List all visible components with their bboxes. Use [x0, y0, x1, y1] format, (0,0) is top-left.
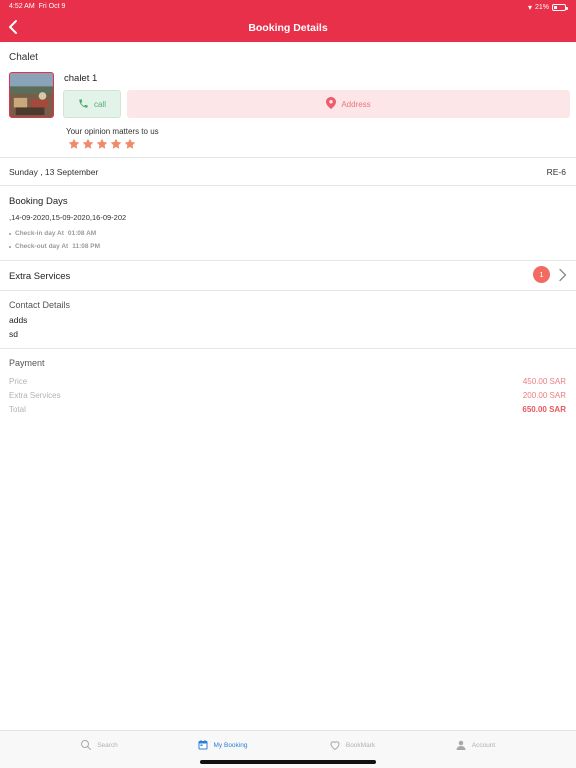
address-button[interactable]: Address [127, 90, 570, 118]
booking-days-section: Booking Days ,14-09-2020,15-09-2020,16-0… [0, 186, 576, 261]
wifi-icon: ▾ [527, 3, 532, 12]
checkout-time: 11:08 PM [72, 243, 101, 250]
contact-line: sd [9, 329, 18, 339]
status-date-text: Fri Oct 9 [38, 3, 66, 10]
booking-days-list: ,14-09-2020,15-09-2020,16-09-202 [9, 213, 127, 222]
home-indicator [200, 760, 376, 764]
booking-date: Sunday , 13 September [9, 167, 99, 177]
chalet-section: Chalet chalet 1 call Address Your opinio… [0, 42, 576, 158]
bullet-icon [9, 232, 11, 235]
nav-header: 4:52 AM Fri Oct 9 ▾ 21% Booking Details [0, 0, 576, 42]
payment-row-total: Total 650.00 SAR [9, 405, 566, 414]
chevron-right-icon[interactable] [558, 268, 567, 282]
chalet-type-label: Chalet [9, 52, 38, 63]
status-time: 4:52 AM Fri Oct 9 [9, 3, 65, 10]
payment-value: 200.00 SAR [522, 391, 566, 400]
chalet-thumbnail[interactable] [9, 72, 54, 118]
phone-icon [78, 98, 89, 111]
call-label: call [93, 99, 106, 109]
payment-label: Total [9, 405, 26, 414]
star-icon[interactable] [82, 138, 94, 150]
search-icon [80, 739, 92, 751]
chalet-name: chalet 1 [64, 73, 98, 84]
star-icon[interactable] [124, 138, 136, 150]
status-right: ▾ 21% [527, 3, 568, 12]
tab-my-booking[interactable]: My Booking [150, 739, 294, 751]
rating-stars[interactable] [68, 138, 136, 150]
battery-icon [552, 4, 568, 11]
opinion-label: Your opinion matters to us [66, 127, 159, 136]
heart-icon [329, 739, 341, 751]
extra-services-count-badge: 1 [533, 266, 550, 283]
calendar-icon [197, 739, 209, 751]
call-button[interactable]: call [63, 90, 121, 118]
extra-services-title: Extra Services [9, 271, 71, 282]
extra-services-row[interactable]: Extra Services 1 [0, 261, 576, 291]
booking-days-title: Booking Days [9, 196, 68, 207]
payment-total-value: 650.00 SAR [522, 405, 566, 414]
address-label: Address [341, 99, 371, 109]
tab-label: My Booking [213, 741, 248, 749]
checkin-row: Check-in day At 01:08 AM [9, 230, 96, 237]
person-icon [455, 739, 467, 751]
star-icon[interactable] [110, 138, 122, 150]
checkin-label: Check-in day At [15, 230, 64, 237]
booking-date-row: Sunday , 13 September RE-6 [0, 158, 576, 186]
tab-label: Search [97, 741, 118, 749]
status-time-text: 4:52 AM [9, 3, 35, 10]
bullet-icon [9, 245, 11, 248]
payment-row-extra: Extra Services 200.00 SAR [9, 391, 566, 400]
star-icon[interactable] [96, 138, 108, 150]
checkin-time: 01:08 AM [67, 230, 97, 237]
payment-row-price: Price 450.00 SAR [9, 377, 566, 386]
payment-value: 450.00 SAR [522, 377, 566, 386]
star-icon[interactable] [68, 138, 80, 150]
payment-label: Price [9, 377, 28, 386]
tab-label: Account [471, 741, 496, 749]
checkout-label: Check-out day At [15, 243, 69, 250]
contact-title: Contact Details [9, 300, 71, 310]
tab-label: BookMark [345, 741, 376, 749]
battery-text: 21% [534, 4, 549, 11]
booking-reference: RE-6 [546, 167, 566, 177]
payment-title: Payment [9, 358, 45, 368]
payment-label: Extra Services [9, 391, 61, 400]
page-title: Booking Details [248, 22, 328, 34]
checkout-row: Check-out day At 11:08 PM [9, 243, 100, 250]
contact-line: adds [9, 315, 28, 325]
location-pin-icon [326, 97, 337, 111]
payment-section: Payment Price 450.00 SAR Extra Services … [0, 349, 576, 429]
status-bar: 4:52 AM Fri Oct 9 ▾ 21% [0, 0, 576, 14]
tab-account[interactable]: Account [403, 739, 547, 751]
contact-section: Contact Details adds sd [0, 291, 576, 349]
